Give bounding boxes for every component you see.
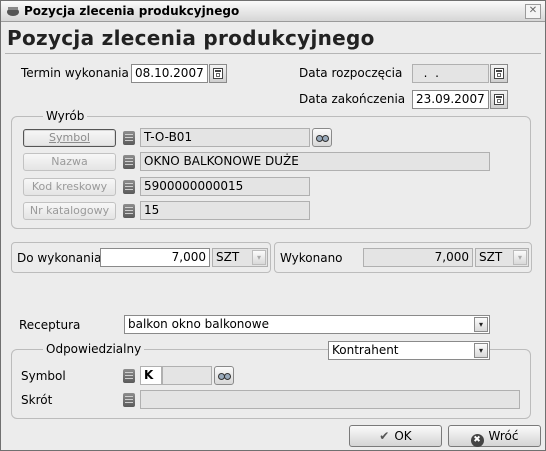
odp-symbol-prefix: K — [140, 366, 162, 385]
zakonczenie-calendar-button[interactable] — [490, 90, 508, 109]
window-app-icon — [7, 7, 19, 16]
binoculars-icon — [218, 373, 231, 380]
wykonano-unit-value: SZT — [479, 250, 503, 264]
ok-button-label: OK — [394, 429, 412, 443]
close-icon[interactable]: ✕ — [525, 4, 541, 19]
calendar-icon — [213, 68, 223, 79]
do-wykonania-unit-select[interactable]: SZT ▾ — [212, 248, 268, 267]
check-icon: ✔ — [379, 429, 390, 443]
binoculars-icon — [316, 135, 329, 142]
rozpoczecie-input[interactable]: . . — [412, 64, 489, 83]
key-icon — [122, 391, 136, 409]
cancel-icon: ✖ — [470, 434, 484, 447]
wykonano-label: Wykonano — [280, 251, 343, 265]
chevron-down-icon: ▾ — [513, 250, 527, 265]
receptura-value: balkon okno balkonowe — [128, 317, 269, 331]
do-wykonania-label: Do wykonania — [17, 251, 102, 265]
do-wykonania-unit-value: SZT — [216, 250, 240, 264]
symbol-lookup-button[interactable] — [312, 128, 332, 147]
do-wykonania-input[interactable]: 7,000 — [100, 248, 210, 267]
odp-symbol-label: Symbol — [21, 369, 66, 383]
calendar-icon — [494, 94, 504, 105]
nazwa-button[interactable]: Nazwa — [23, 153, 116, 171]
dialog-window: Pozycja zlecenia produkcyjnego ✕ Pozycja… — [0, 0, 546, 451]
symbol-button-label: Symbol — [49, 131, 90, 144]
nazwa-button-label: Nazwa — [51, 155, 88, 168]
odpowiedzialny-type-value: Kontrahent — [332, 343, 399, 357]
symbol-button[interactable]: Symbol — [23, 129, 116, 147]
wyrob-group-label: Wyrób — [43, 109, 88, 123]
header-divider — [5, 53, 541, 54]
title-bar: Pozycja zlecenia produkcyjnego ✕ — [1, 1, 545, 22]
wykonano-unit-select[interactable]: SZT ▾ — [475, 248, 529, 267]
symbol-value: T-O-B01 — [140, 128, 310, 147]
odpowiedzialny-type-select[interactable]: Kontrahent ▾ — [328, 341, 490, 360]
page-title: Pozycja zlecenia produkcyjnego — [7, 26, 375, 50]
nr-katalogowy-button-label: Nr katalogowy — [29, 204, 110, 217]
rozpoczecie-label: Data rozpoczęcia — [299, 66, 403, 80]
key-icon — [122, 202, 136, 220]
termin-input[interactable]: 08.10.2007 — [131, 64, 208, 83]
termin-label: Termin wykonania — [21, 66, 129, 80]
odp-symbol-value[interactable] — [162, 366, 212, 385]
receptura-label: Receptura — [19, 318, 81, 332]
chevron-down-icon: ▾ — [252, 250, 266, 265]
key-icon — [122, 153, 136, 171]
calendar-icon — [494, 68, 504, 79]
nr-katalogowy-button[interactable]: Nr katalogowy — [23, 202, 116, 220]
ok-button[interactable]: ✔ OK — [349, 425, 442, 447]
odpowiedzialny-group-label: Odpowiedzialny — [43, 342, 145, 356]
kod-kreskowy-button-label: Kod kreskowy — [31, 180, 108, 193]
key-icon — [122, 178, 136, 196]
termin-calendar-button[interactable] — [209, 64, 227, 83]
receptura-select[interactable]: balkon okno balkonowe ▾ — [124, 315, 490, 334]
odp-symbol-lookup-button[interactable] — [214, 366, 234, 385]
kod-kreskowy-value: 5900000000015 — [140, 177, 310, 196]
kod-kreskowy-button[interactable]: Kod kreskowy — [23, 178, 116, 196]
odp-skrot-label: Skrót — [21, 393, 53, 407]
back-button-label: Wróć — [488, 429, 519, 443]
window-title: Pozycja zlecenia produkcyjnego — [24, 4, 240, 18]
nazwa-value: OKNO BALKONOWE DUŻE — [140, 152, 490, 171]
back-button[interactable]: ✖ Wróć — [448, 425, 541, 447]
key-icon — [122, 367, 136, 385]
chevron-down-icon: ▾ — [474, 343, 488, 358]
zakonczenie-label: Data zakończenia — [299, 92, 406, 106]
chevron-down-icon: ▾ — [474, 317, 488, 332]
nr-katalogowy-value: 15 — [140, 201, 310, 220]
rozpoczecie-calendar-button[interactable] — [490, 64, 508, 83]
zakonczenie-input[interactable]: 23.09.2007 — [412, 90, 489, 109]
odp-skrot-value — [140, 390, 520, 409]
key-icon — [122, 129, 136, 147]
wykonano-value: 7,000 — [363, 248, 473, 267]
